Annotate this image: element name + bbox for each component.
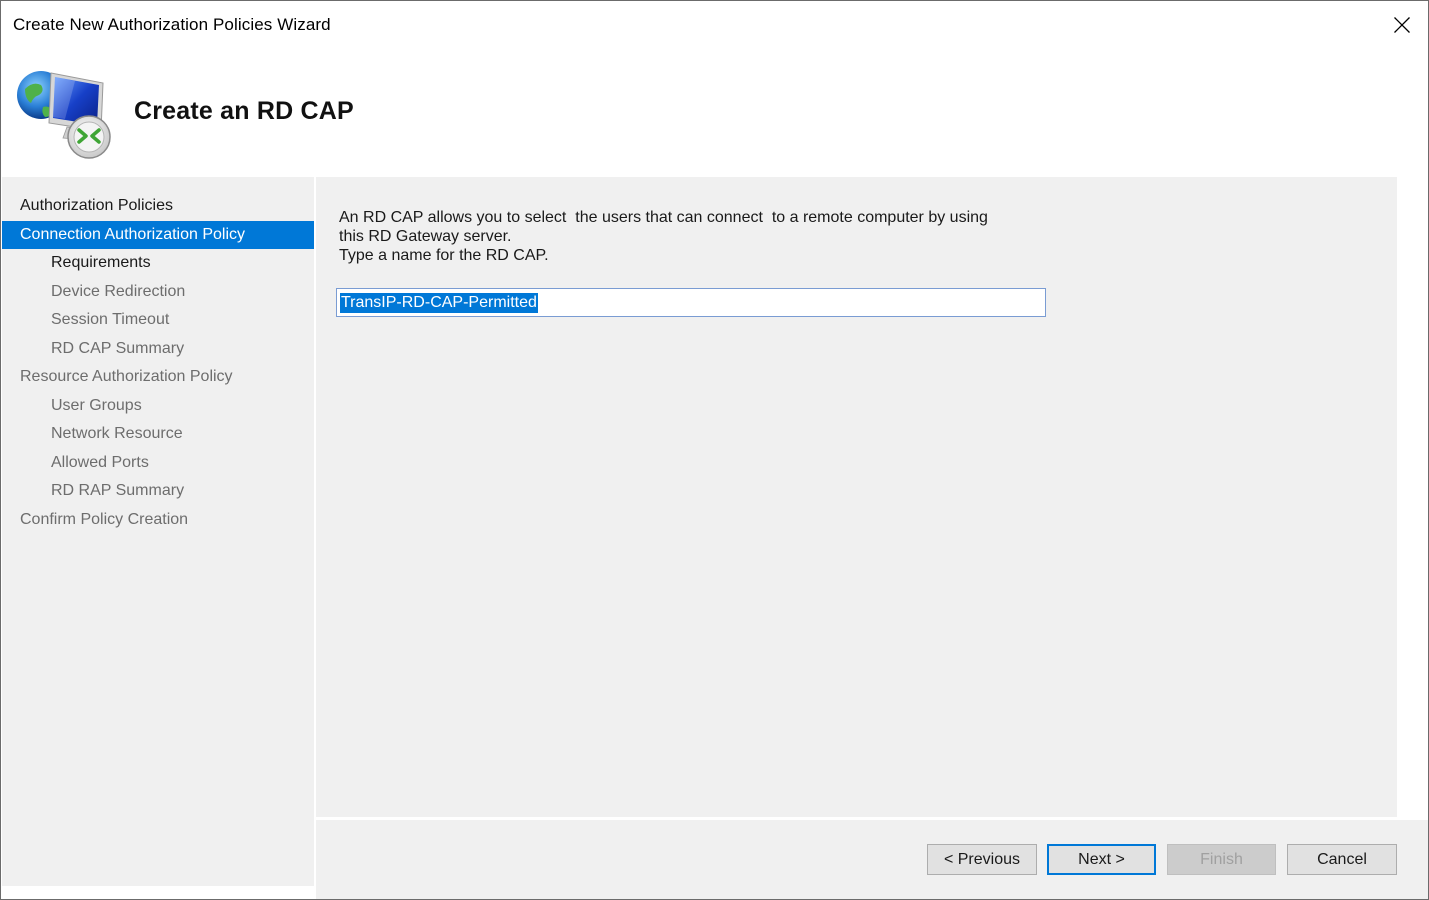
- nav-item-rd-cap-summary: RD CAP Summary: [51, 340, 185, 357]
- close-button[interactable]: [1382, 5, 1422, 45]
- right-margin: [1397, 177, 1428, 820]
- nav-item-confirm-policy-creation: Confirm Policy Creation: [20, 511, 189, 528]
- nav-item-rd-rap-summary: RD RAP Summary: [51, 482, 185, 499]
- wizard-steps-nav: Authorization Policies Connection Author…: [2, 177, 314, 886]
- previous-button[interactable]: < Previous: [927, 844, 1037, 875]
- rd-cap-name-input[interactable]: [337, 289, 1049, 318]
- close-icon: [1394, 17, 1410, 33]
- nav-item-allowed-ports: Allowed Ports: [51, 454, 149, 471]
- nav-item-device-redirection: Device Redirection: [51, 283, 186, 300]
- nav-item-user-groups: User Groups: [51, 397, 142, 414]
- cancel-button[interactable]: Cancel: [1287, 844, 1397, 875]
- nav-item-network-resource: Network Resource: [51, 425, 183, 442]
- description-line: this RD Gateway server.: [339, 228, 512, 245]
- page-title: Create an RD CAP: [134, 97, 354, 125]
- nav-item-resource-authorization-policy: Resource Authorization Policy: [20, 368, 233, 385]
- finish-button: Finish: [1167, 844, 1276, 875]
- rd-gateway-globe-monitor-icon: [15, 61, 117, 163]
- description-line: Type a name for the RD CAP.: [339, 247, 549, 264]
- wizard-button-bar: < Previous Next > Finish Cancel: [316, 820, 1428, 899]
- step-description: An RD CAP allows you to select the users…: [339, 208, 1059, 265]
- window-title: Create New Authorization Policies Wizard: [13, 15, 331, 34]
- wizard-window: Create New Authorization Policies Wizard: [0, 0, 1429, 900]
- nav-item-connection-authorization-policy: Connection Authorization Policy: [2, 221, 314, 249]
- nav-item-session-timeout: Session Timeout: [51, 311, 170, 328]
- nav-item-authorization-policies: Authorization Policies: [20, 197, 173, 214]
- description-line: An RD CAP allows you to select the users…: [339, 209, 988, 226]
- content-panel: An RD CAP allows you to select the users…: [316, 177, 1397, 817]
- title-bar: Create New Authorization Policies Wizard: [1, 1, 1428, 49]
- next-button[interactable]: Next >: [1047, 844, 1156, 875]
- nav-item-requirements: Requirements: [51, 254, 151, 271]
- rd-cap-name-field[interactable]: TransIP-RD-CAP-Permitted: [336, 288, 1049, 318]
